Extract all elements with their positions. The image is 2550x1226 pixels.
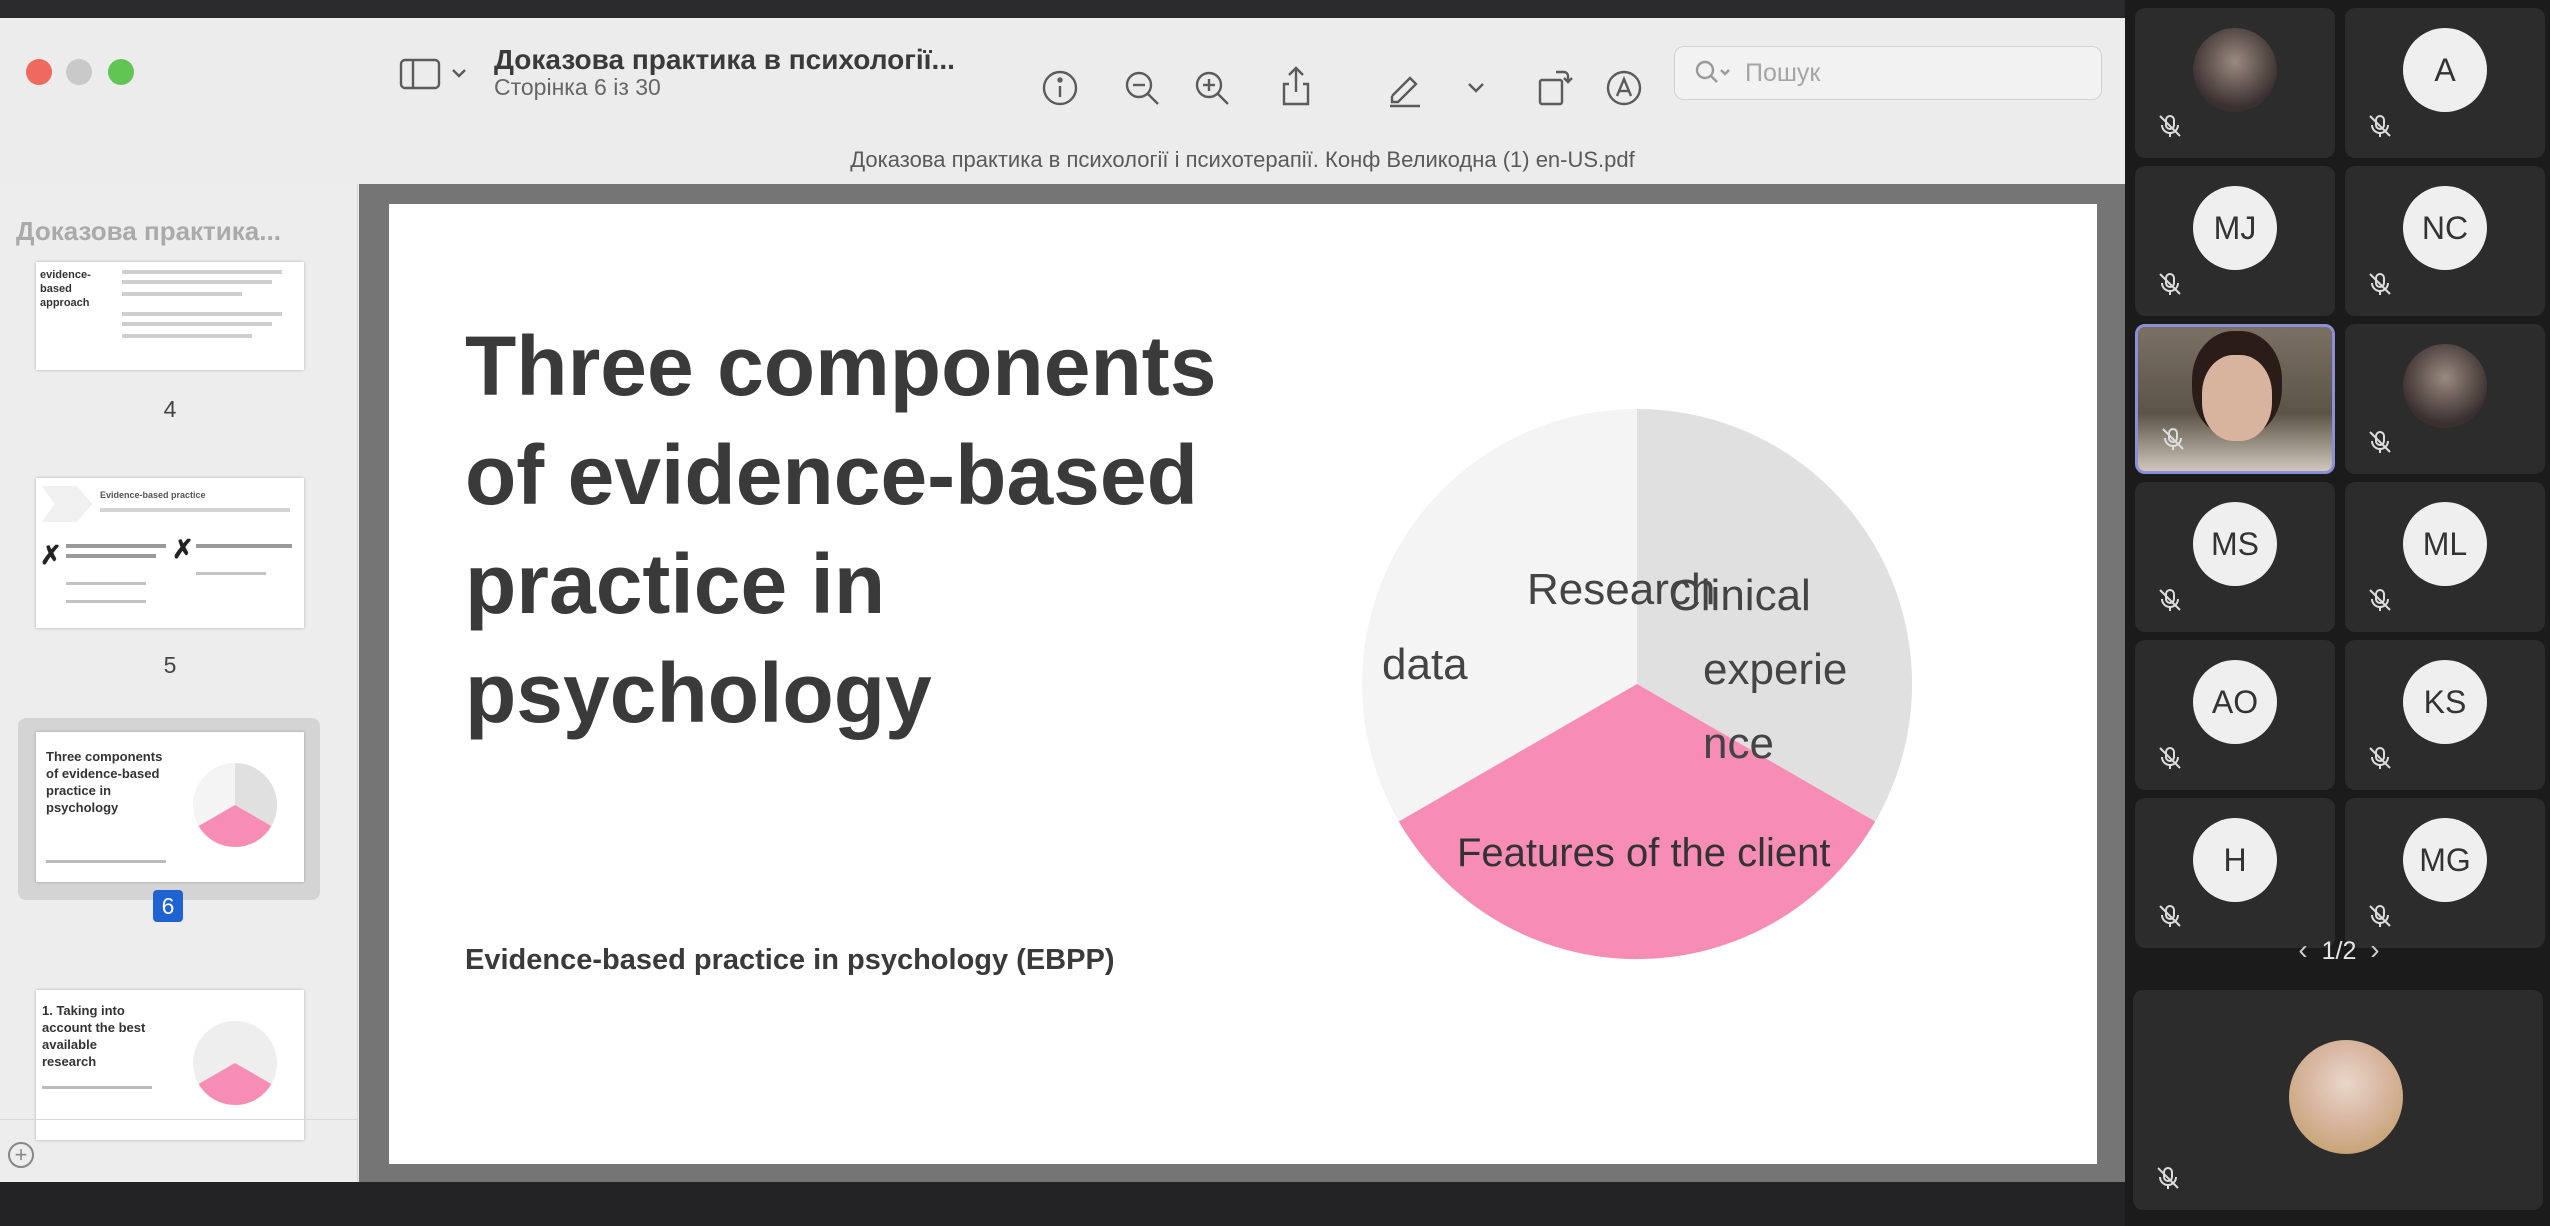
document-title: Доказова практика в психології... [494, 44, 955, 75]
self-view-tile[interactable] [2133, 990, 2543, 1210]
pie-label-clinical-1: Clinical [1669, 571, 1811, 620]
pie-label-research-2: data [1382, 640, 1468, 689]
info-icon[interactable] [1040, 68, 1080, 108]
thumbnail-text: evidence-based approach [40, 269, 91, 309]
muted-mic-icon [2367, 429, 2393, 460]
close-window-button[interactable] [26, 59, 52, 85]
zoom-in-icon[interactable] [1192, 68, 1232, 108]
participant-photo [2289, 1040, 2403, 1154]
pie-label-client: Features of the client [1457, 831, 1831, 875]
participant-avatar: MG [2403, 818, 2487, 902]
participant-tile[interactable]: NC [2345, 166, 2545, 316]
file-name: Доказова практика в психології і психоте… [850, 147, 1635, 172]
thumbnail-page-6[interactable]: Three components of evidence-based pract… [36, 732, 304, 882]
share-icon[interactable] [1276, 64, 1316, 108]
muted-mic-icon [2367, 745, 2393, 776]
search-icon [1695, 60, 1730, 83]
muted-mic-icon [2367, 113, 2393, 144]
highlight-pen-icon[interactable] [1384, 68, 1424, 108]
muted-mic-icon [2160, 426, 2186, 457]
thumbnail-pie [193, 1021, 277, 1106]
participant-avatar: MS [2193, 502, 2277, 586]
muted-mic-icon [2157, 271, 2183, 302]
pager-text: 1/2 [2321, 937, 2357, 965]
chevron-down-icon[interactable] [1462, 74, 1490, 102]
sidebar-divider [0, 1119, 357, 1120]
muted-mic-icon [2157, 745, 2183, 776]
thumbnail-page-number: 5 [163, 652, 177, 678]
sidebar-title: Доказова практика... [16, 216, 281, 246]
thumbnail-text: Evidence-based practice [100, 490, 206, 500]
participant-tile[interactable]: A [2345, 8, 2545, 158]
participant-pager: ‹ 1/2 › [2269, 930, 2409, 970]
thumbnail-text: 1. Taking into account the best availabl… [42, 1003, 146, 1069]
participant-avatar: NC [2403, 186, 2487, 270]
sidebar-toggle-icon[interactable] [396, 54, 472, 94]
thumbnail-page-number: 4 [163, 396, 177, 422]
participant-avatar: MJ [2193, 186, 2277, 270]
markup-icon[interactable] [1604, 68, 1644, 108]
slide-page: Three components of evidence-based pract… [389, 204, 2097, 1164]
muted-mic-icon [2367, 587, 2393, 618]
participant-tile[interactable]: H [2135, 798, 2335, 948]
slide-subtitle: Evidence-based practice in psychology (E… [465, 944, 1115, 976]
muted-mic-icon [2157, 903, 2183, 934]
zoom-window-button[interactable] [108, 59, 134, 85]
thumbnail-page-4[interactable]: evidence-based approach [36, 262, 304, 370]
pie-label-clinical-3: nce [1703, 719, 1774, 768]
title-bar: Доказова практика в психології... Сторін… [0, 18, 2125, 172]
slide-title: Three components of evidence-based pract… [465, 319, 1217, 740]
video-call-panel: A MJ NC MS ML AO KS H MG ‹ 1/2 › [2125, 0, 2550, 1226]
thumbnail-sidebar: Доказова практика... evidence-based appr… [0, 184, 358, 1182]
thumbnail-page-5[interactable]: Evidence-based practice ✗ ✗ [36, 478, 304, 628]
participant-tile[interactable] [2135, 324, 2335, 474]
muted-mic-icon [2157, 587, 2183, 618]
bottom-bar [0, 1182, 2125, 1226]
participant-avatar: A [2403, 28, 2487, 112]
minimize-window-button[interactable] [66, 59, 92, 85]
participant-tile[interactable]: MS [2135, 482, 2335, 632]
participant-tile[interactable]: AO [2135, 640, 2335, 790]
document-canvas: Three components of evidence-based pract… [359, 184, 2125, 1182]
muted-mic-icon [2367, 271, 2393, 302]
page-indicator: Сторінка 6 із 30 [494, 74, 661, 100]
participant-tile[interactable]: KS [2345, 640, 2545, 790]
participant-tile[interactable]: MJ [2135, 166, 2335, 316]
search-placeholder: Пошук [1745, 58, 1821, 87]
thumbnail-pie [193, 763, 278, 848]
participant-avatar: AO [2193, 660, 2277, 744]
next-page-icon[interactable]: › [2370, 934, 2379, 965]
muted-mic-icon [2155, 1165, 2181, 1196]
add-icon[interactable]: + [8, 1142, 34, 1168]
components-pie: Research data Clinical experie nce Featu… [1362, 409, 1913, 960]
participant-tile[interactable]: ML [2345, 482, 2545, 632]
participant-tile[interactable] [2345, 324, 2545, 474]
muted-mic-icon [2157, 113, 2183, 144]
participant-tile[interactable]: MG [2345, 798, 2545, 948]
search-field[interactable]: Пошук [1674, 46, 2102, 100]
zoom-out-icon[interactable] [1122, 68, 1162, 108]
participant-avatar: KS [2403, 660, 2487, 744]
thumbnail-text: Three components of evidence-based pract… [46, 749, 163, 815]
rotate-icon[interactable] [1534, 66, 1574, 108]
participant-photo [2403, 344, 2487, 428]
participant-avatar: ML [2403, 502, 2487, 586]
thumbnail-page-number-selected: 6 [153, 890, 183, 922]
participant-photo [2193, 28, 2277, 112]
prev-page-icon[interactable]: ‹ [2298, 934, 2307, 965]
pdf-viewer-window: Доказова практика в психології... Сторін… [0, 18, 2125, 1182]
participant-avatar: H [2193, 818, 2277, 902]
thumbnail-page-7[interactable]: 1. Taking into account the best availabl… [36, 990, 304, 1140]
participant-tile[interactable] [2135, 8, 2335, 158]
pie-label-clinical-2: experie [1703, 645, 1847, 694]
